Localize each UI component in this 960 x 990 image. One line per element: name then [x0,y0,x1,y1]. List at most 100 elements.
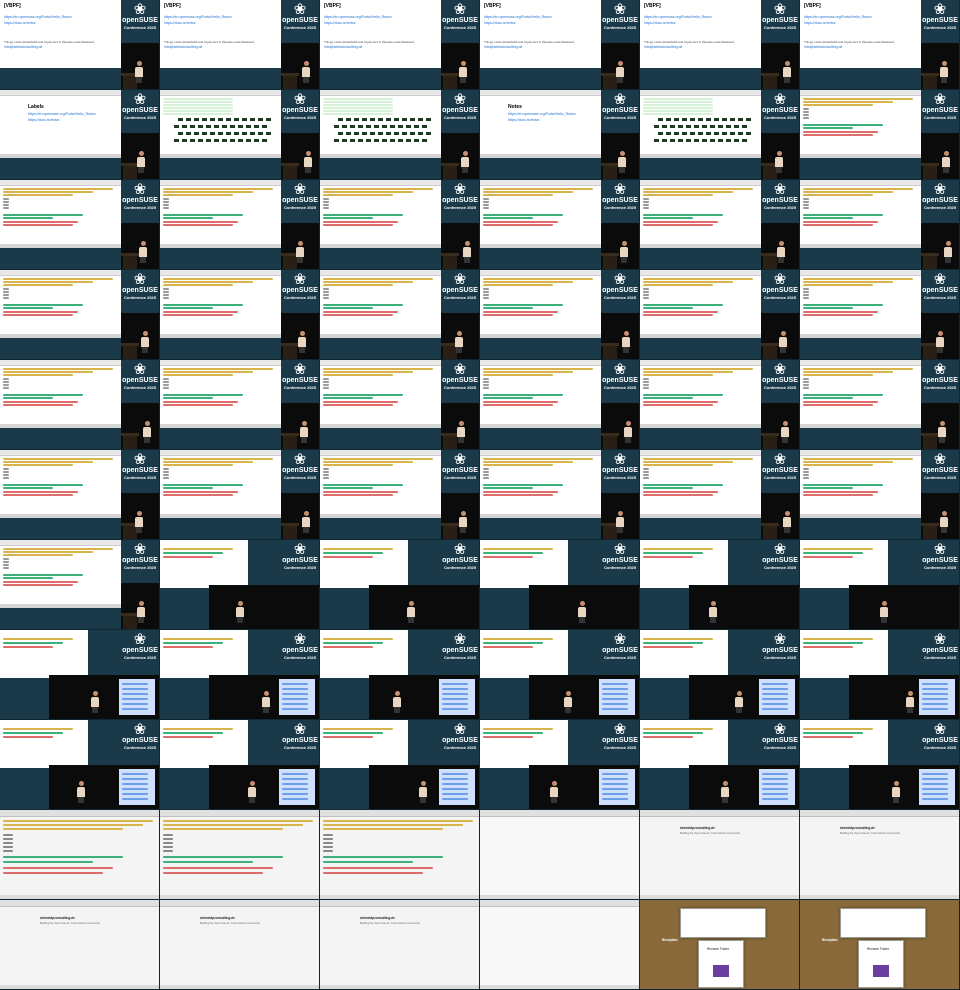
slide-link[interactable]: https://en.opensuse.org/Portal:Hello_Red… [28,112,96,116]
slide-thumbnail[interactable]: ❀ openSUSE Conference 2025 [160,540,320,630]
slide-thumbnail[interactable]: ❀ openSUSE Conference 2025 [0,450,160,540]
slide-thumbnail[interactable]: ariestedpconsulting.de Building the Open … [160,900,320,990]
slide-thumbnail[interactable]: ❀ openSUSE Conference 2025 [640,90,800,180]
speaker-torso [622,337,630,347]
slide-thumbnail[interactable]: ❀ openSUSE Conference 2025 [640,450,800,540]
slide-thumbnail[interactable] [480,810,640,900]
slide-thumbnail[interactable]: ❀ openSUSE Conference 2025 [160,450,320,540]
slide-thumbnail[interactable]: [VBPF] https://en.opensuse.org/Portal:Hel… [800,0,960,90]
slide-link[interactable]: https://en.opensuse.org/Portal:Hello_Red… [4,15,72,19]
slide-thumbnail[interactable] [160,810,320,900]
slide-thumbnail[interactable]: ❀ openSUSE Conference 2025 [640,180,800,270]
slide-thumbnail[interactable]: ❀ openSUSE Conference 2025 [800,450,960,540]
slide-thumbnail[interactable]: [VBPF] https://en.opensuse.org/Portal:Hel… [320,0,480,90]
rename-folder-dialog[interactable]: Rename Folder [858,940,904,988]
slide-thumbnail[interactable]: ❀ openSUSE Conference 2025 [320,360,480,450]
slide-thumbnail[interactable]: ❀ openSUSE Conference 2025 [160,180,320,270]
slide-thumbnail[interactable]: ❀ openSUSE Conference 2025 [0,180,160,270]
slide-thumbnail[interactable] [0,810,160,900]
slide-thumbnail[interactable]: ❀ openSUSE Conference 2025 [800,540,960,630]
slide-link[interactable]: https://en.opensuse.org/Portal:Hello_Red… [508,112,576,116]
slide-contact[interactable]: info@ariestconsulting.de [164,45,202,49]
slide-contact[interactable]: info@ariestconsulting.de [484,45,522,49]
slide-thumbnail[interactable]: ❀ openSUSE Conference 2025 [320,90,480,180]
diff-line [323,304,403,306]
slide-contact[interactable]: info@ariestconsulting.de [4,45,42,49]
slide-thumbnail[interactable]: [VBPF] https://en.opensuse.org/Portal:Hel… [480,0,640,90]
slide-link[interactable]: https://docs.rs/redox [164,21,196,25]
slide-link[interactable]: https://en.opensuse.org/Portal:Hello_Red… [644,15,712,19]
slide-thumbnail[interactable]: [VBPF] https://en.opensuse.org/Portal:Hel… [160,0,320,90]
slide-link[interactable]: https://docs.rs/redox [324,21,356,25]
slide-contact[interactable]: info@ariestconsulting.de [324,45,362,49]
slide-thumbnail[interactable]: ❀ openSUSE Conference 2025 [320,270,480,360]
slide-thumbnail[interactable]: [VBPF] https://en.opensuse.org/Portal:Hel… [0,0,160,90]
slide-contact[interactable]: info@ariestconsulting.de [804,45,842,49]
slide-thumbnail[interactable]: ❀ openSUSE Conference 2025 [320,630,480,720]
slide-thumbnail[interactable]: Labels https://en.opensuse.org/Portal:Hel… [0,90,160,180]
slide-thumbnail[interactable]: ❀ openSUSE Conference 2025 [640,720,800,810]
slide-thumbnail[interactable]: ❀ openSUSE Conference 2025 [0,270,160,360]
slide-thumbnail[interactable]: Reception Rename Folder [800,900,960,990]
slide-thumbnail[interactable]: ❀ openSUSE Conference 2025 [320,540,480,630]
window-toolbar [800,90,922,96]
slide-link[interactable]: https://docs.rs/redox [28,118,60,122]
slide-thumbnail[interactable]: ariestedpconsulting.de Building the Open … [0,900,160,990]
slide-thumbnail[interactable]: ❀ openSUSE Conference 2025 [480,180,640,270]
slide-thumbnail[interactable]: ❀ openSUSE Conference 2025 [320,450,480,540]
slide-thumbnail[interactable]: ❀ openSUSE Conference 2025 [800,270,960,360]
slide-link[interactable]: https://docs.rs/redox [644,21,676,25]
slide-thumbnail[interactable]: ❀ openSUSE Conference 2025 [0,540,160,630]
browser-dialog[interactable] [680,908,766,938]
browser-dialog[interactable] [840,908,926,938]
slide-thumbnail[interactable]: ❀ openSUSE Conference 2025 [480,270,640,360]
gecko-icon: ❀ [453,721,467,738]
slide-thumbnail[interactable]: ❀ openSUSE Conference 2025 [640,630,800,720]
slide-thumbnail[interactable]: ❀ openSUSE Conference 2025 [480,540,640,630]
slide-link[interactable]: https://en.opensuse.org/Portal:Hello_Red… [804,15,872,19]
slide-thumbnail[interactable]: ❀ openSUSE Conference 2025 [0,630,160,720]
slide-thumbnail[interactable]: ❀ openSUSE Conference 2025 [320,180,480,270]
slide-thumbnail[interactable]: ❀ openSUSE Conference 2025 [480,360,640,450]
slide-thumbnail[interactable]: Reception Rename Folder [640,900,800,990]
slide-thumbnail[interactable]: Notes https://en.opensuse.org/Portal:Hell… [480,90,640,180]
slide-thumbnail[interactable]: ❀ openSUSE Conference 2025 [0,720,160,810]
slide-thumbnail[interactable] [320,810,480,900]
slide-link[interactable]: https://en.opensuse.org/Portal:Hello_Red… [164,15,232,19]
slide-thumbnail[interactable]: ariestedpconsulting.de Building the Open … [320,900,480,990]
slide-thumbnail[interactable] [480,900,640,990]
slide-thumbnail[interactable]: ❀ openSUSE Conference 2025 [160,360,320,450]
slide-link[interactable]: https://docs.rs/redox [804,21,836,25]
slide-thumbnail[interactable]: ❀ openSUSE Conference 2025 [160,270,320,360]
slide-contact[interactable]: info@ariestconsulting.de [644,45,682,49]
slide-thumbnail[interactable]: ariestedpconsulting.de Building the Open … [640,810,800,900]
slide-thumbnail[interactable]: ❀ openSUSE Conference 2025 [480,720,640,810]
slide-thumbnail[interactable]: ❀ openSUSE Conference 2025 [800,630,960,720]
slide-thumbnail[interactable]: ❀ openSUSE Conference 2025 [160,90,320,180]
diff-line [643,494,713,496]
slide-thumbnail[interactable]: ❀ openSUSE Conference 2025 [320,720,480,810]
rename-folder-dialog[interactable]: Rename Folder [698,940,744,988]
speaker [892,781,900,803]
slide-thumbnail[interactable]: ❀ openSUSE Conference 2025 [640,540,800,630]
slide-thumbnail[interactable]: ariestedpconsulting.de Building the Open … [800,810,960,900]
slide-thumbnail[interactable]: ❀ openSUSE Conference 2025 [640,270,800,360]
slide-thumbnail[interactable]: ❀ openSUSE Conference 2025 [480,630,640,720]
brand-wordmark: openSUSE [282,287,318,294]
slide-thumbnail[interactable]: ❀ openSUSE Conference 2025 [800,720,960,810]
slide-thumbnail[interactable]: ❀ openSUSE Conference 2025 [640,360,800,450]
slide-thumbnail[interactable]: ❀ openSUSE Conference 2025 [0,360,160,450]
slide-thumbnail[interactable]: ❀ openSUSE Conference 2025 [160,630,320,720]
slide-link[interactable]: https://en.opensuse.org/Portal:Hello_Red… [324,15,392,19]
slide-thumbnail[interactable]: ❀ openSUSE Conference 2025 [160,720,320,810]
slide-thumbnail[interactable]: ❀ openSUSE Conference 2025 [800,360,960,450]
slide-link[interactable]: https://en.opensuse.org/Portal:Hello_Red… [484,15,552,19]
list-item [163,468,169,470]
slide-link[interactable]: https://docs.rs/redox [484,21,516,25]
slide-link[interactable]: https://docs.rs/redox [508,118,540,122]
slide-thumbnail[interactable]: ❀ openSUSE Conference 2025 [800,180,960,270]
slide-link[interactable]: https://docs.rs/redox [4,21,36,25]
slide-thumbnail[interactable]: ❀ openSUSE Conference 2025 [800,90,960,180]
slide-thumbnail[interactable]: ❀ openSUSE Conference 2025 [480,450,640,540]
slide-thumbnail[interactable]: [VBPF] https://en.opensuse.org/Portal:Hel… [640,0,800,90]
